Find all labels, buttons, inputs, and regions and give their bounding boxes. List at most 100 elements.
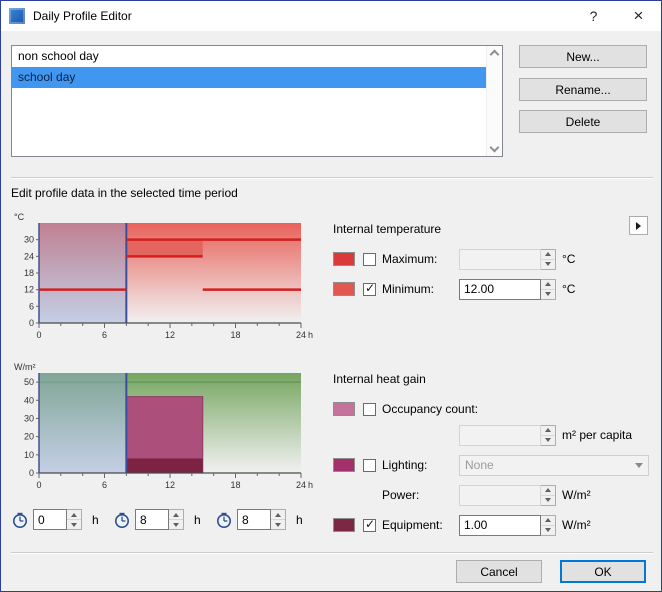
edit-section-label: Edit profile data in the selected time p… bbox=[11, 186, 238, 200]
new-button[interactable]: New... bbox=[519, 45, 647, 68]
minimum-unit: °C bbox=[562, 282, 576, 296]
maximum-row: Maximum: °C bbox=[333, 248, 655, 270]
cancel-button[interactable]: Cancel bbox=[456, 560, 542, 583]
svg-text:12: 12 bbox=[165, 480, 175, 490]
occupancy-color-swatch bbox=[333, 402, 355, 416]
internal-temperature-header: Internal temperature bbox=[333, 222, 442, 236]
minimum-label: Minimum: bbox=[382, 282, 435, 296]
minimum-input[interactable] bbox=[459, 278, 541, 300]
titlebar[interactable]: Daily Profile Editor ? × bbox=[1, 1, 661, 31]
lighting-color-swatch bbox=[333, 458, 355, 472]
equipment-checkbox[interactable] bbox=[363, 517, 376, 532]
svg-text:18: 18 bbox=[230, 330, 240, 340]
hour-unit-label: h bbox=[296, 512, 303, 527]
scroll-up-icon[interactable] bbox=[489, 49, 500, 60]
spin-up-icon bbox=[541, 426, 555, 436]
maximum-checkbox[interactable] bbox=[363, 252, 376, 266]
lighting-row: Lighting: None bbox=[333, 454, 655, 476]
clock-icon[interactable] bbox=[11, 511, 29, 529]
equipment-label: Equipment: bbox=[382, 518, 443, 532]
scroll-down-icon[interactable] bbox=[489, 142, 500, 153]
close-button[interactable]: × bbox=[616, 1, 661, 31]
ok-button[interactable]: OK bbox=[560, 560, 646, 583]
flyout-arrow-button[interactable] bbox=[629, 216, 648, 235]
svg-text:h: h bbox=[308, 330, 313, 340]
spin-up-icon[interactable] bbox=[169, 510, 183, 520]
list-item[interactable]: school day bbox=[12, 67, 487, 88]
svg-text:0: 0 bbox=[36, 330, 41, 340]
occupancy-value-row: m² per capita bbox=[333, 424, 655, 446]
power-row: Power: W/m² bbox=[333, 484, 655, 506]
list-item[interactable]: non school day bbox=[12, 46, 487, 67]
spin-up-icon[interactable] bbox=[271, 510, 285, 520]
spin-up-icon[interactable] bbox=[541, 280, 555, 290]
period-time-input[interactable] bbox=[237, 509, 271, 530]
clock-icon[interactable] bbox=[215, 511, 233, 529]
period-time-input[interactable] bbox=[135, 509, 169, 530]
rename-button[interactable]: Rename... bbox=[519, 78, 647, 101]
period-time-spinner[interactable] bbox=[169, 509, 184, 530]
clock-icon[interactable] bbox=[113, 511, 131, 529]
hour-unit-label: h bbox=[194, 512, 201, 527]
app-icon bbox=[9, 8, 25, 24]
equipment-unit: W/m² bbox=[562, 518, 591, 532]
occupancy-checkbox[interactable] bbox=[363, 402, 376, 416]
help-button[interactable]: ? bbox=[571, 1, 616, 31]
chevron-down-icon bbox=[635, 462, 643, 468]
svg-text:24: 24 bbox=[296, 330, 306, 340]
window-controls: ? × bbox=[571, 1, 661, 31]
svg-text:6: 6 bbox=[102, 480, 107, 490]
time-field-2: h bbox=[113, 509, 201, 530]
list-scrollbar[interactable] bbox=[486, 46, 502, 156]
profile-listbox[interactable]: non school day school day bbox=[11, 45, 503, 157]
occupancy-unit: m² per capita bbox=[562, 428, 633, 442]
equipment-color-swatch bbox=[333, 518, 355, 532]
svg-text:40: 40 bbox=[24, 395, 34, 405]
minimum-checkbox[interactable] bbox=[363, 281, 376, 296]
power-spinner bbox=[541, 484, 556, 506]
daily-profile-editor-dialog: Daily Profile Editor ? × non school day … bbox=[0, 0, 662, 592]
equipment-input[interactable] bbox=[459, 514, 541, 536]
svg-text:6: 6 bbox=[29, 301, 34, 311]
maximum-spinner bbox=[541, 248, 556, 270]
svg-text:0: 0 bbox=[29, 318, 34, 328]
spin-down-icon[interactable] bbox=[541, 290, 555, 299]
time-field-1: h bbox=[11, 509, 99, 530]
spin-up-icon bbox=[541, 250, 555, 260]
internal-heat-gain-header: Internal heat gain bbox=[333, 372, 426, 386]
period-time-spinner[interactable] bbox=[67, 509, 82, 530]
delete-button[interactable]: Delete bbox=[519, 110, 647, 133]
lighting-checkbox[interactable] bbox=[363, 458, 376, 472]
heat-gain-chart[interactable]: 0 10 20 30 40 50 0 6 12 18 24 h W/m² bbox=[9, 361, 319, 493]
spin-down-icon[interactable] bbox=[67, 520, 81, 529]
period-time-input[interactable] bbox=[33, 509, 67, 530]
maximum-input bbox=[459, 248, 541, 270]
svg-text:W/m²: W/m² bbox=[14, 362, 36, 372]
svg-text:°C: °C bbox=[14, 212, 25, 222]
temperature-chart[interactable]: 06121824300 6 12 18 24 h°C bbox=[9, 211, 319, 343]
equipment-spinner[interactable] bbox=[541, 514, 556, 536]
spin-up-icon[interactable] bbox=[67, 510, 81, 520]
power-input bbox=[459, 484, 541, 506]
svg-text:20: 20 bbox=[24, 432, 34, 442]
svg-text:h: h bbox=[308, 480, 313, 490]
spin-down-icon[interactable] bbox=[271, 520, 285, 529]
svg-text:10: 10 bbox=[24, 450, 34, 460]
occupancy-label: Occupancy count: bbox=[382, 402, 479, 416]
svg-text:50: 50 bbox=[24, 377, 34, 387]
svg-text:6: 6 bbox=[102, 330, 107, 340]
spin-up-icon[interactable] bbox=[541, 516, 555, 526]
svg-text:12: 12 bbox=[165, 330, 175, 340]
minimum-row: Minimum: °C bbox=[333, 278, 655, 300]
spin-down-icon[interactable] bbox=[169, 520, 183, 529]
spin-up-icon bbox=[541, 486, 555, 496]
spin-down-icon[interactable] bbox=[541, 526, 555, 535]
spin-down-icon bbox=[541, 496, 555, 505]
minimum-spinner[interactable] bbox=[541, 278, 556, 300]
time-field-3: h bbox=[215, 509, 303, 530]
period-time-spinner[interactable] bbox=[271, 509, 286, 530]
occupancy-spinner bbox=[541, 424, 556, 446]
lighting-label: Lighting: bbox=[382, 458, 428, 472]
lighting-dropdown-value: None bbox=[465, 458, 494, 472]
svg-text:24: 24 bbox=[24, 251, 34, 261]
